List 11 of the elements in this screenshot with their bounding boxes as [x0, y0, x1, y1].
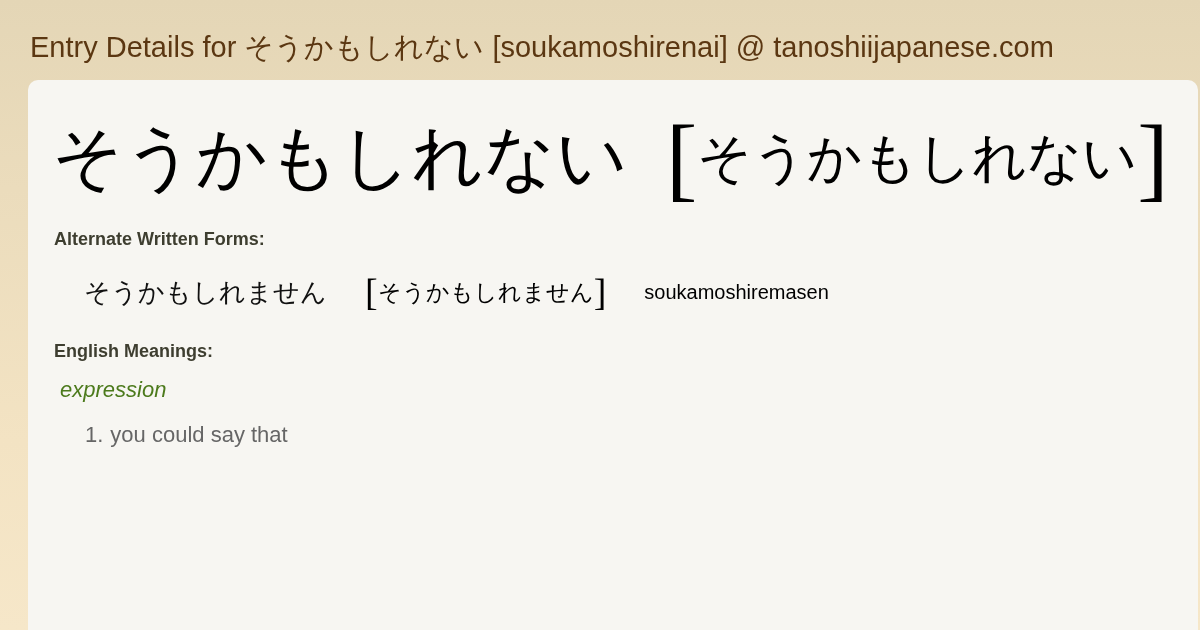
- headword-reading: [そうかもしれない]: [666, 111, 1169, 205]
- romaji-text: soukamoshiremasen: [644, 280, 829, 304]
- part-of-speech: expression: [60, 376, 167, 404]
- page-title: Entry Details for そうかもしれない [soukamoshirenai] @ tanoshiijapanese.com: [29, 30, 1054, 65]
- alternate-reading: [そうかもしれません]: [365, 273, 607, 311]
- sense-number: 1.: [85, 421, 104, 449]
- alternate-form: そうかもしれません: [84, 276, 327, 309]
- section-heading: English Meanings:: [54, 340, 213, 362]
- section-heading: Alternate Written Forms:: [54, 228, 265, 250]
- sense-text: you could say that: [110, 421, 288, 449]
- headword: そうかもしれない: [52, 118, 628, 198]
